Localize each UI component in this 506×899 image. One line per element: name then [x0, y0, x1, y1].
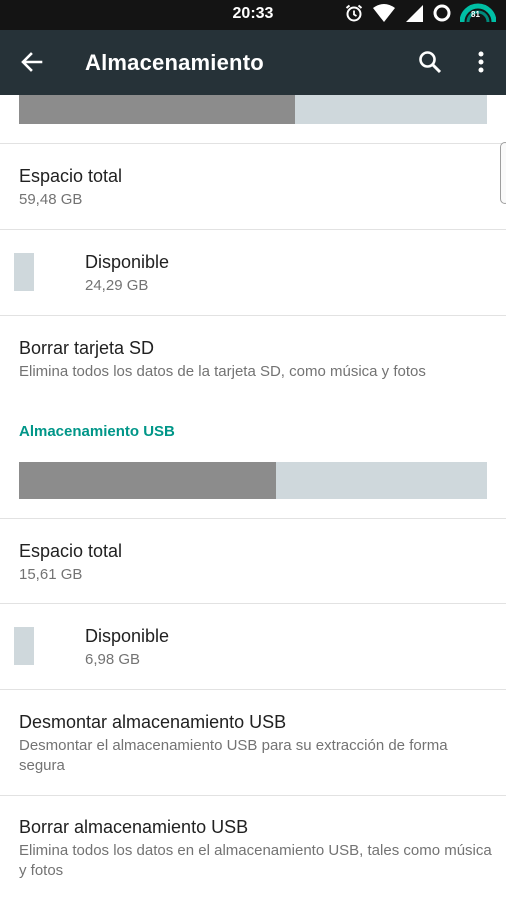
sd-usage-bar [19, 95, 487, 124]
alarm-icon [344, 3, 364, 28]
usb-total-space-title: Espacio total [19, 541, 123, 561]
usb-total-space-value: 15,61 GB [19, 566, 83, 583]
search-icon[interactable] [416, 48, 444, 76]
back-arrow-icon[interactable] [18, 48, 46, 76]
erase-usb-title: Borrar almacenamiento USB [19, 817, 249, 837]
sd-total-space-title: Espacio total [19, 166, 123, 186]
usb-available-swatch [14, 627, 34, 665]
sd-available-value: 24,29 GB [85, 277, 149, 294]
divider [0, 518, 506, 519]
erase-sd-card-description: Elimina todos los datos de la tarjeta SD… [19, 363, 426, 380]
sd-available-swatch [14, 253, 34, 291]
erase-sd-card-item[interactable]: Borrar tarjeta SD Elimina todos los dato… [0, 316, 506, 394]
battery-level: 81 [471, 9, 480, 19]
page-title: Almacenamiento [85, 50, 264, 75]
usb-storage-header: Almacenamiento USB [19, 423, 175, 440]
erase-sd-card-title: Borrar tarjeta SD [19, 338, 155, 358]
more-vert-icon[interactable] [467, 48, 495, 76]
divider [0, 229, 506, 230]
divider [0, 603, 506, 604]
unmount-usb-description: Desmontar el almacenamiento USB para su … [19, 737, 448, 774]
unmount-usb-title: Desmontar almacenamiento USB [19, 712, 287, 732]
signal-icon [404, 3, 424, 28]
unmount-usb-item[interactable]: Desmontar almacenamiento USB Desmontar e… [0, 690, 506, 795]
wifi-icon [372, 3, 396, 28]
scrollbar-handle[interactable] [500, 142, 506, 204]
erase-usb-description: Elimina todos los datos en el almacenami… [19, 842, 492, 879]
sd-usage-bar-used [19, 95, 296, 124]
battery-icon: 81 [459, 2, 497, 29]
divider [0, 143, 506, 144]
app-bar: Almacenamiento [0, 30, 506, 95]
status-icons: 81 [344, 2, 497, 29]
status-bar: 20:33 81 [0, 0, 506, 30]
sd-available-title: Disponible [85, 252, 170, 272]
usb-available-title: Disponible [85, 626, 170, 646]
usb-usage-bar-used [19, 462, 277, 499]
sync-icon [432, 3, 452, 28]
erase-usb-item[interactable]: Borrar almacenamiento USB Elimina todos … [0, 796, 506, 899]
sd-total-space-value: 59,48 GB [19, 191, 83, 208]
usb-available-value: 6,98 GB [85, 651, 141, 668]
usb-usage-bar [19, 462, 487, 499]
